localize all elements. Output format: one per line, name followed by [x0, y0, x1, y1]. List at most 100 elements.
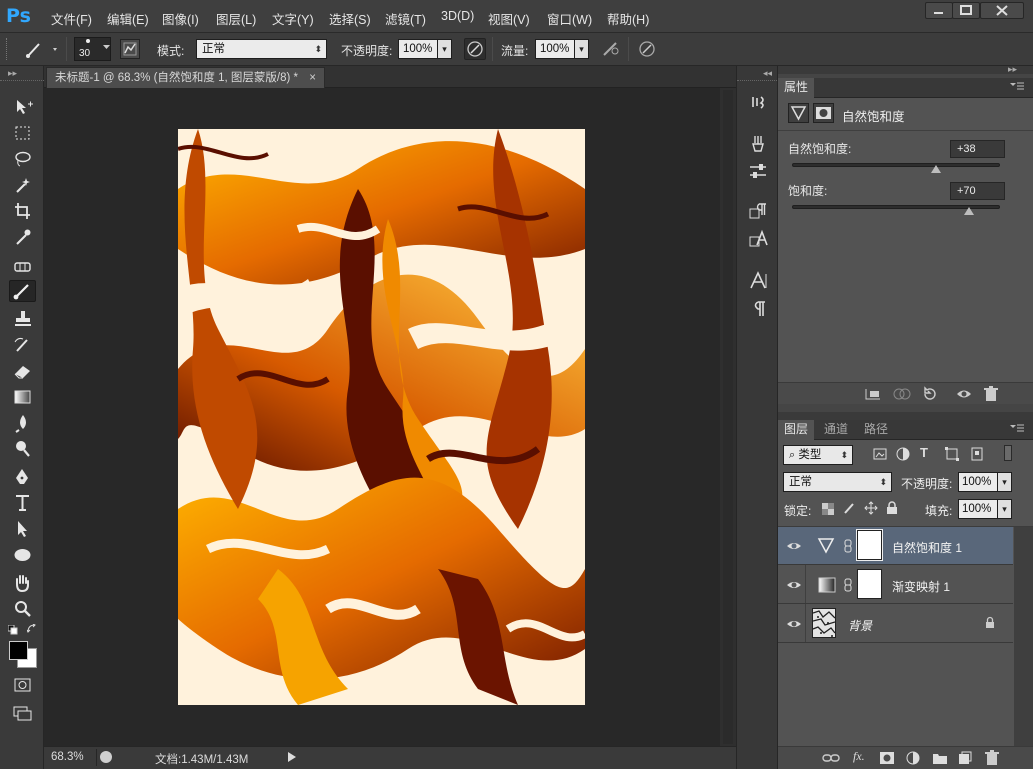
- vibrance-input[interactable]: +38: [950, 140, 1005, 158]
- default-colors-icon[interactable]: [8, 625, 18, 635]
- new-layer-icon[interactable]: [958, 751, 972, 765]
- view-previous-state-icon[interactable]: [892, 387, 912, 401]
- mode-dropdown[interactable]: 正常 ⬍: [196, 39, 327, 59]
- lock-transparent-icon[interactable]: [822, 503, 834, 515]
- eyedropper-tool-icon[interactable]: [9, 226, 36, 248]
- marquee-tool-icon[interactable]: [9, 122, 36, 144]
- clone-stamp-tool-icon[interactable]: [9, 308, 36, 330]
- brush-panel-toggle-icon[interactable]: [120, 39, 140, 59]
- layer-name[interactable]: 自然饱和度 1: [892, 539, 962, 556]
- chain-link-icon[interactable]: [844, 539, 852, 553]
- menu-layer[interactable]: 图层(L): [216, 9, 256, 28]
- zoom-tool-icon[interactable]: [9, 598, 36, 620]
- link-layers-icon[interactable]: [822, 752, 840, 764]
- paragraph-panel-icon[interactable]: [747, 298, 769, 320]
- layer-thumbnail[interactable]: [812, 608, 836, 638]
- saturation-input[interactable]: +70: [950, 182, 1005, 200]
- menu-3d[interactable]: 3D(D): [441, 9, 474, 23]
- layer-name[interactable]: 背景: [848, 617, 872, 634]
- collapse-tools-icon[interactable]: ▸▸: [8, 68, 17, 79]
- collapse-dock-icon[interactable]: ◂◂: [763, 68, 772, 79]
- crop-tool-icon[interactable]: [9, 200, 36, 222]
- delete-adjustment-icon[interactable]: [984, 386, 998, 402]
- vibrance-slider-thumb[interactable]: [930, 165, 941, 173]
- path-selection-tool-icon[interactable]: [9, 518, 36, 540]
- vertical-scrollbar[interactable]: [720, 88, 736, 746]
- maximize-icon[interactable]: [952, 2, 980, 19]
- pressure-size-icon[interactable]: [637, 39, 659, 59]
- layer-opacity-dropdown-button[interactable]: ▾: [997, 472, 1012, 492]
- add-mask-icon[interactable]: [879, 751, 895, 765]
- delete-layer-icon[interactable]: [985, 750, 999, 766]
- character-panel-icon[interactable]: [747, 270, 769, 292]
- layer-opacity-input[interactable]: 100%: [958, 472, 998, 492]
- layer-row[interactable]: 自然饱和度 1: [778, 527, 1013, 565]
- layer-mask-thumbnail[interactable]: [857, 569, 882, 599]
- blend-mode-dropdown[interactable]: 正常 ⬍: [783, 472, 892, 492]
- document-tab[interactable]: 未标题-1 @ 68.3% (自然饱和度 1, 图层蒙版/8) * ×: [46, 67, 325, 88]
- status-arrow-icon[interactable]: [288, 752, 296, 762]
- magic-wand-tool-icon[interactable]: [9, 174, 36, 196]
- vibrance-slider-track[interactable]: [792, 163, 1000, 167]
- hand-tool-icon[interactable]: [9, 572, 36, 594]
- tab-channels[interactable]: 通道: [818, 420, 854, 440]
- flow-dropdown-button[interactable]: ▾: [574, 39, 589, 59]
- opacity-dropdown-button[interactable]: ▾: [437, 39, 452, 59]
- saturation-slider-thumb[interactable]: [963, 207, 974, 215]
- fill-input[interactable]: 100%: [958, 499, 998, 519]
- clip-to-layer-icon[interactable]: [864, 387, 882, 401]
- menu-image[interactable]: 图像(I): [162, 9, 199, 28]
- status-menu-icon[interactable]: [100, 751, 112, 763]
- ellipse-tool-icon[interactable]: [9, 544, 36, 566]
- history-panel-icon[interactable]: [747, 91, 769, 113]
- screen-mode-icon[interactable]: [9, 702, 36, 724]
- lock-image-icon[interactable]: [843, 501, 857, 515]
- opacity-input[interactable]: 100%: [398, 39, 438, 59]
- history-brush-tool-icon[interactable]: [9, 334, 36, 356]
- close-icon[interactable]: [980, 2, 1024, 19]
- menu-filter[interactable]: 滤镜(T): [385, 9, 426, 28]
- lasso-tool-icon[interactable]: [9, 148, 36, 170]
- menu-file[interactable]: 文件(F): [51, 9, 92, 28]
- layer-styles-icon[interactable]: fx.: [853, 749, 865, 764]
- eraser-tool-icon[interactable]: [9, 360, 36, 382]
- brush-tool-icon[interactable]: [9, 280, 36, 302]
- minimize-icon[interactable]: [925, 2, 953, 19]
- airbrush-icon[interactable]: [600, 39, 622, 59]
- brush-presets-panel-icon[interactable]: [747, 132, 769, 154]
- filter-type-icon[interactable]: T: [920, 445, 928, 460]
- new-group-icon[interactable]: [932, 751, 948, 765]
- brush-size-picker[interactable]: 30: [74, 37, 111, 61]
- close-tab-icon[interactable]: ×: [309, 68, 316, 88]
- layer-mask-icon[interactable]: [813, 103, 834, 123]
- move-tool-icon[interactable]: [9, 95, 36, 117]
- menu-edit[interactable]: 编辑(E): [107, 9, 149, 28]
- collapse-panels-icon[interactable]: ▸▸: [1008, 64, 1017, 75]
- swap-colors-icon[interactable]: [27, 624, 37, 634]
- canvas-artwork-marble[interactable]: [178, 129, 585, 705]
- tab-properties[interactable]: 属性: [778, 78, 815, 98]
- filter-adjustment-icon[interactable]: [896, 447, 910, 461]
- menu-help[interactable]: 帮助(H): [607, 9, 649, 28]
- fill-dropdown-button[interactable]: ▾: [997, 499, 1012, 519]
- dodge-tool-icon[interactable]: [9, 438, 36, 460]
- pressure-opacity-icon[interactable]: [464, 38, 486, 60]
- tab-paths[interactable]: 路径: [858, 420, 894, 440]
- toggle-visibility-icon[interactable]: [956, 386, 972, 402]
- foreground-color-swatch[interactable]: [9, 641, 28, 660]
- tab-layers[interactable]: 图层: [778, 420, 815, 440]
- layer-row[interactable]: 背景: [778, 605, 1013, 643]
- type-tool-icon[interactable]: [9, 492, 36, 514]
- menu-window[interactable]: 窗口(W): [547, 9, 592, 28]
- lock-position-icon[interactable]: [864, 501, 878, 515]
- lock-all-icon[interactable]: [886, 501, 898, 515]
- paragraph-styles-panel-icon[interactable]: [747, 200, 769, 222]
- blur-tool-icon[interactable]: [9, 412, 36, 434]
- filter-shape-icon[interactable]: [945, 447, 959, 461]
- reset-adjustment-icon[interactable]: [921, 386, 937, 402]
- chain-link-icon[interactable]: [844, 578, 852, 592]
- menu-type[interactable]: 文字(Y): [272, 9, 314, 28]
- menu-select[interactable]: 选择(S): [329, 9, 371, 28]
- new-adjustment-layer-icon[interactable]: [906, 751, 920, 765]
- quick-mask-icon[interactable]: [9, 674, 36, 696]
